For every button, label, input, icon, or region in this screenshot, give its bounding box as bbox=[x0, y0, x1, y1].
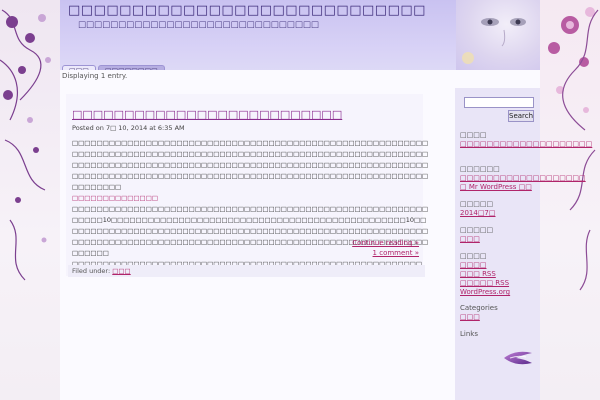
category-link[interactable]: □□□ bbox=[460, 235, 480, 243]
site-title[interactable]: □□□□□□□□□□□□□□□□□□□□□□□□□□□□ bbox=[68, 3, 426, 18]
widget-recent-comments: □□□□□□ □□□□□□□□□□□□□□□□□□□ □ Mr WordPres… bbox=[460, 165, 586, 192]
continue-reading-link[interactable]: Continue reading » bbox=[352, 239, 419, 247]
post-paragraph: □□□□□□□□□□□□□□□□□□□□□□□□□□□□□□□□□□□□□□□□… bbox=[72, 139, 429, 191]
page-container: □□□□□□□□□□□□□□□□□□□□□□□□□□□□ □□□□□□□□□□□… bbox=[60, 0, 592, 400]
widget-meta: □□□□ □□□□ □□□ RSS □□□□□ RSS WordPress.or… bbox=[460, 252, 538, 297]
widget-title: Categories bbox=[460, 304, 498, 312]
recent-comment-link[interactable]: □□□□□□□□□□□□□□□□□□□ bbox=[460, 174, 586, 182]
post-subheading: □□□□□□□□□□□□□□ bbox=[72, 194, 158, 202]
post-links: Continue reading » 1 comment » bbox=[352, 238, 419, 258]
widget-recent-posts: □□□□ □□□□□□□□□□□□□□□□□□□□ bbox=[460, 131, 592, 149]
floral-decoration-left bbox=[0, 0, 60, 400]
category-link[interactable]: □□□ bbox=[460, 313, 480, 321]
widget-title: □□□□□ bbox=[460, 226, 494, 234]
widget-links: Links bbox=[460, 330, 538, 339]
sidebar: Search □□□□ □□□□□□□□□□□□□□□□□□□□ □□□□□□ … bbox=[455, 88, 592, 400]
meta-login-link[interactable]: □□□□ bbox=[460, 261, 486, 269]
post-title-link[interactable]: □□□□□□□□□□□□□□□□□□□□□□□□□□ bbox=[72, 108, 342, 121]
floral-decoration-icon bbox=[548, 7, 599, 291]
displaying-count: Displaying 1 entry. bbox=[62, 72, 128, 80]
widget-title: □□□□□ bbox=[460, 200, 494, 208]
site-description: □□□□□□□□□□□□□□□□□□□□□□□□□□□□□□ bbox=[78, 20, 319, 30]
post-entry: □□□□□□□□□□□□□□□□□□□□□□□□□□ Posted on 7□ … bbox=[66, 94, 428, 276]
widget-title: □□□□□□ bbox=[460, 165, 500, 173]
search-button[interactable]: Search bbox=[508, 110, 534, 122]
floral-decoration-icon bbox=[0, 9, 51, 281]
filed-under-label: Filed under: bbox=[72, 267, 111, 275]
meta-wordpress-link[interactable]: WordPress.org bbox=[460, 288, 510, 296]
widget-title: □□□□ bbox=[460, 252, 487, 260]
main-content: □□□□□□□□□□□□□□□□□□□□□□□□□□ Posted on 7□ … bbox=[60, 88, 455, 400]
filed-category-link[interactable]: □□□ bbox=[112, 267, 130, 275]
header-face-icon bbox=[462, 18, 526, 64]
meta-entries-rss-link[interactable]: □□□ RSS bbox=[460, 270, 496, 278]
header-image bbox=[456, 0, 540, 70]
filed-under-bar: Filed under: □□□ bbox=[68, 265, 425, 277]
tab-home[interactable]: □□□ bbox=[62, 65, 96, 70]
comment-author-link[interactable]: □ Mr WordPress □□ bbox=[460, 183, 532, 191]
recent-post-link[interactable]: □□□□□□□□□□□□□□□□□□□□ bbox=[460, 140, 592, 148]
widget-categories: Categories □□□ bbox=[460, 304, 538, 322]
meta-comments-rss-link[interactable]: □□□□□ RSS bbox=[460, 279, 509, 287]
nav-tabs: □□□□□□□□□□□ bbox=[62, 58, 167, 70]
comments-link[interactable]: 1 comment » bbox=[373, 249, 419, 257]
widget-categories-jp: □□□□□ □□□ bbox=[460, 226, 538, 244]
site-header: □□□□□□□□□□□□□□□□□□□□□□□□□□□□ □□□□□□□□□□□… bbox=[60, 0, 540, 70]
widget-title: Links bbox=[460, 330, 478, 338]
widget-archives: □□□□□ 2014□7□ bbox=[460, 200, 538, 218]
floral-decoration-right bbox=[540, 0, 600, 400]
swoosh-logo-icon bbox=[504, 351, 532, 365]
tab-sample-page[interactable]: □□□□□□□□ bbox=[97, 65, 165, 70]
post-meta: Posted on 7□ 10, 2014 at 6:35 AM bbox=[72, 124, 185, 132]
widget-title: □□□□ bbox=[460, 131, 487, 139]
archive-link[interactable]: 2014□7□ bbox=[460, 209, 496, 217]
search-input[interactable] bbox=[464, 97, 534, 108]
